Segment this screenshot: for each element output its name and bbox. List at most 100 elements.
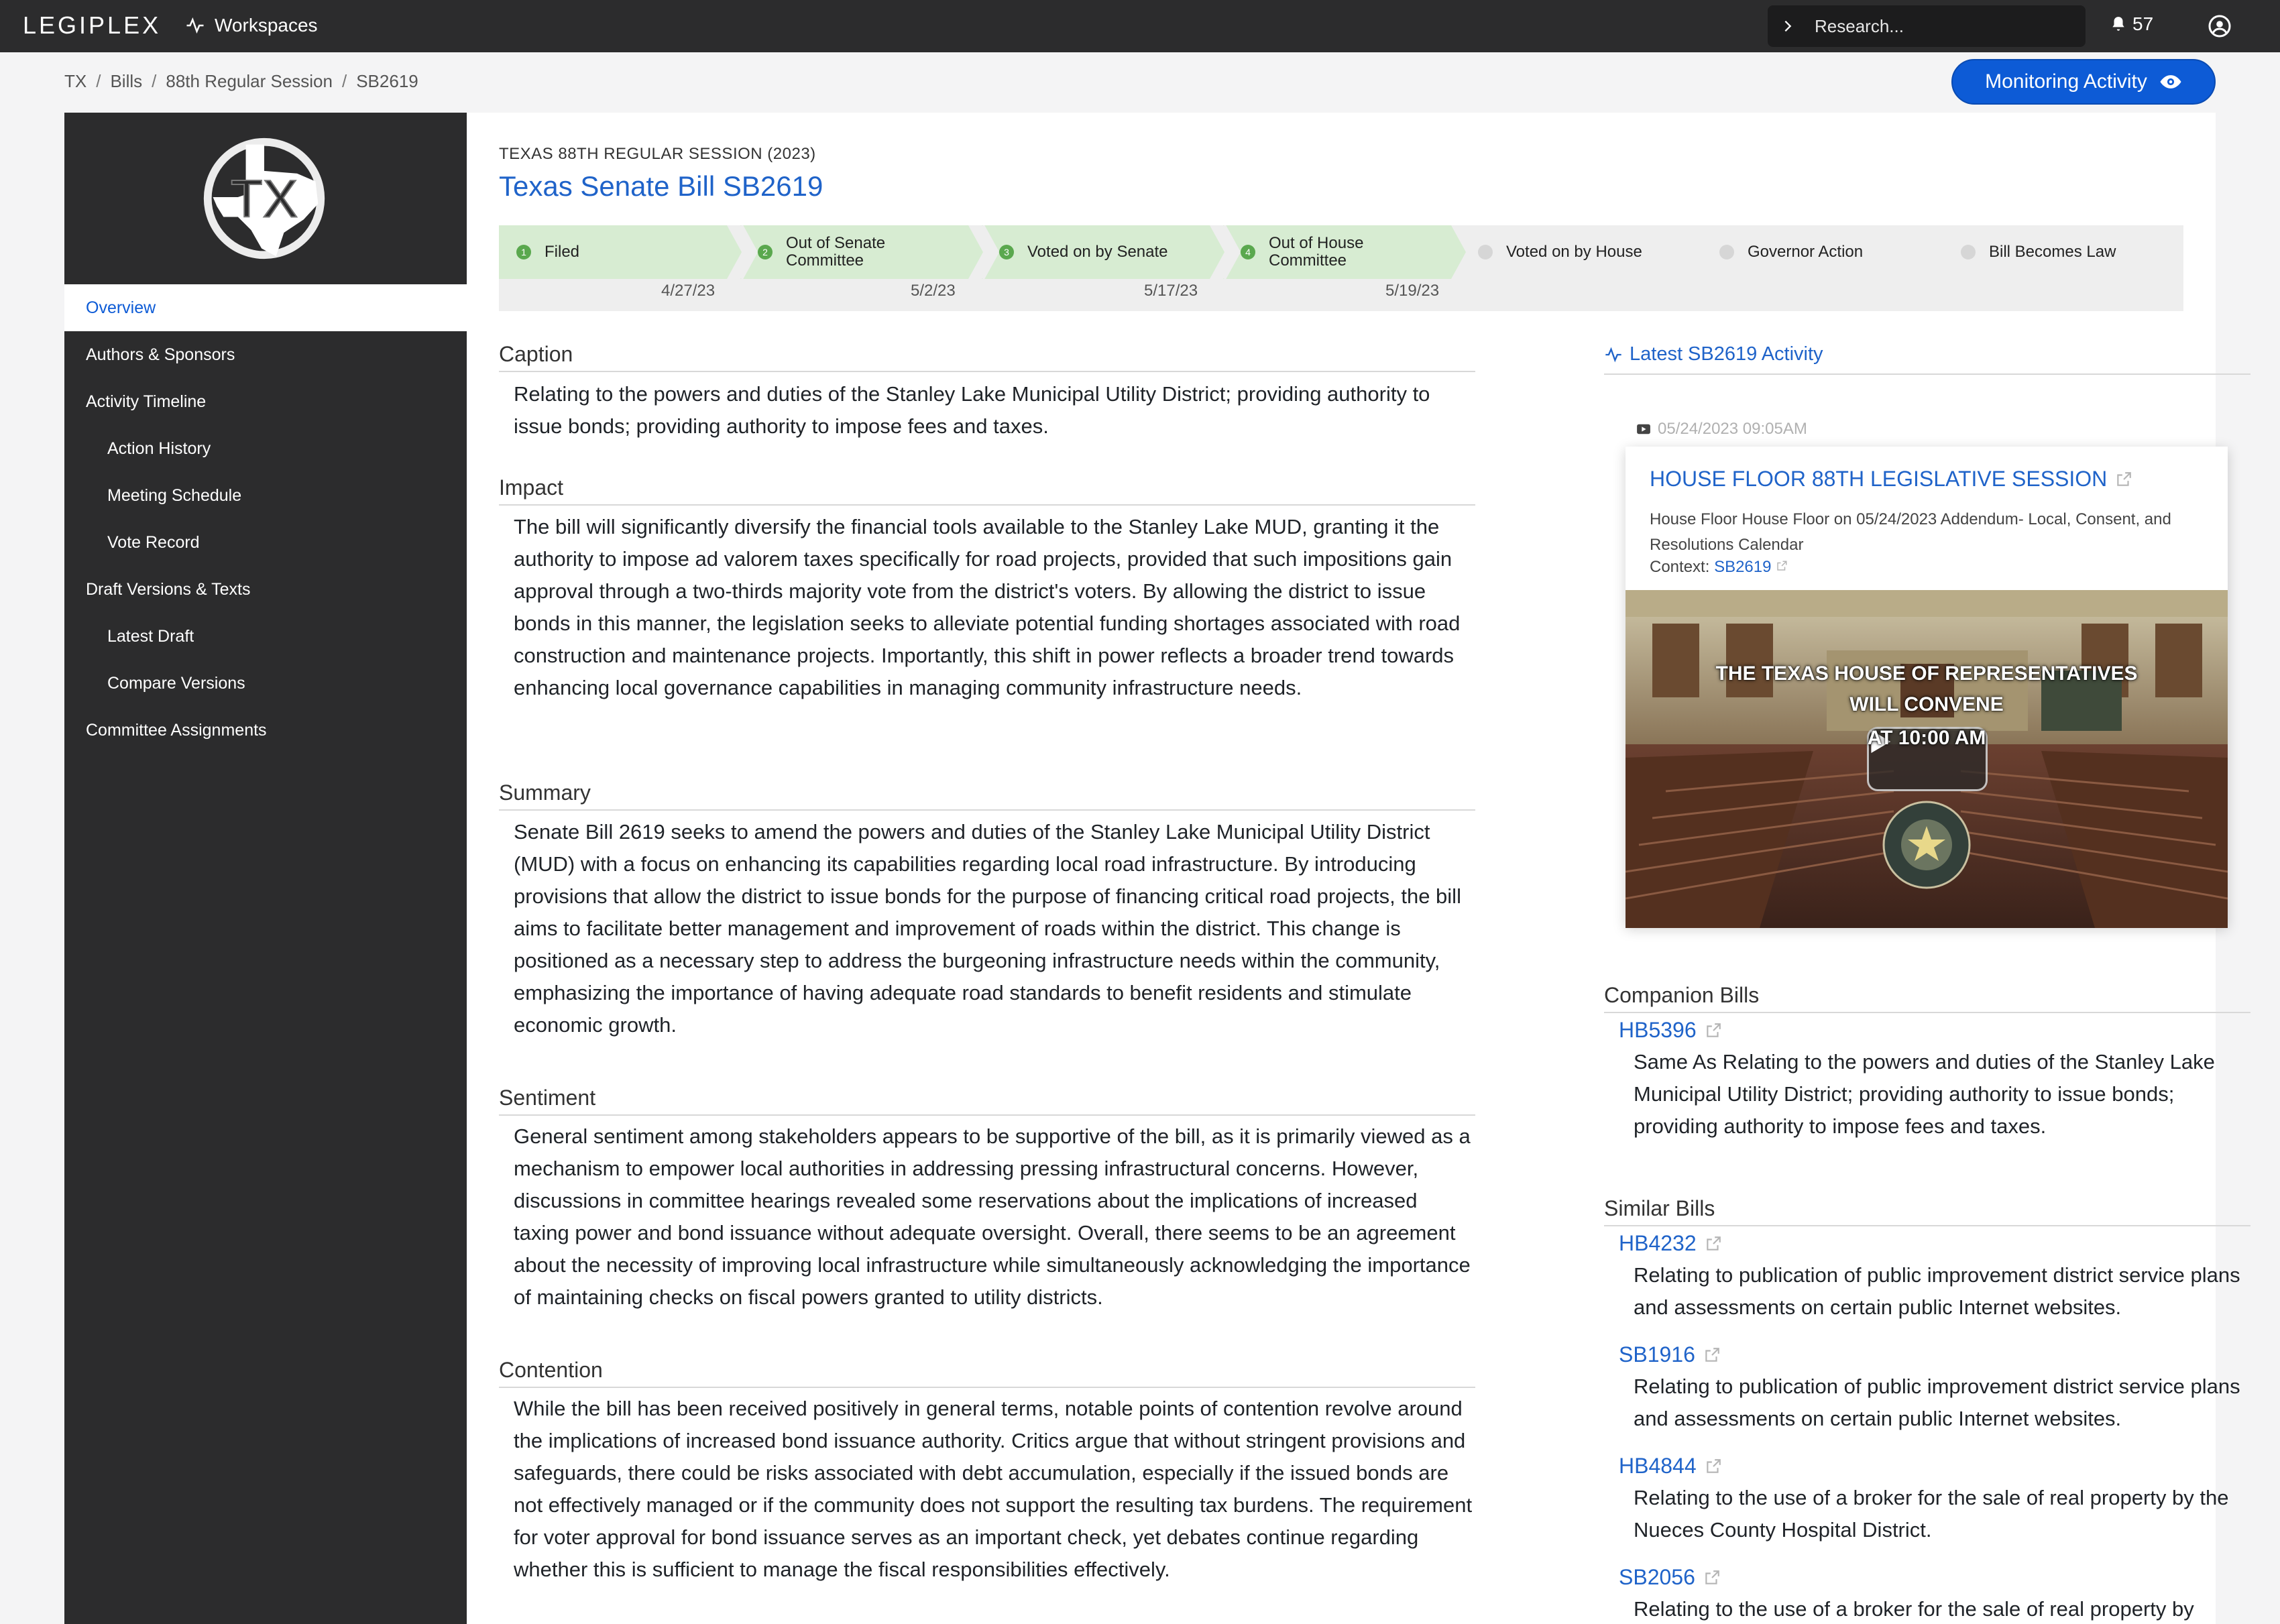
sidebar-item-activity-timeline[interactable]: Activity Timeline [64, 378, 467, 425]
breadcrumb-bill: SB2619 [356, 71, 418, 91]
external-link-icon [1706, 1458, 1721, 1473]
sidebar-item-label: Action History [107, 439, 211, 458]
video-overlay-line2: WILL CONVENE [1849, 693, 2004, 715]
sidebar-item-label: Activity Timeline [86, 392, 207, 411]
session-label: TEXAS 88TH REGULAR SESSION (2023) [499, 145, 816, 163]
breadcrumb-separator: / [152, 71, 157, 91]
external-link-icon [1706, 1023, 1721, 1037]
external-link-icon [1706, 1236, 1721, 1251]
bell-icon [2112, 17, 2124, 31]
sidebar-item-meeting-schedule[interactable]: Meeting Schedule [64, 472, 467, 519]
notifications-button[interactable]: 57 [2110, 13, 2153, 35]
search-bar[interactable] [1768, 5, 2086, 47]
impact-heading: Impact [499, 475, 1475, 506]
similar-bill-text: Relating to the use of a broker for the … [1634, 1486, 2229, 1542]
contention-text: While the bill has been received positiv… [514, 1397, 1473, 1581]
sidebar-item-label: Meeting Schedule [107, 485, 242, 505]
companion-bill-link[interactable]: HB5396 [1619, 1018, 1722, 1043]
sidebar-item-label: Overview [86, 298, 156, 317]
sidebar-item-action-history[interactable]: Action History [64, 425, 467, 472]
sidebar-item-committee-assignments[interactable]: Committee Assignments [64, 707, 467, 754]
similar-bill-link[interactable]: SB2056 [1619, 1565, 1721, 1590]
seal-text: TX [231, 169, 298, 228]
breadcrumb-bills[interactable]: Bills [110, 71, 142, 92]
video-player[interactable]: THE TEXAS HOUSE OF REPRESENTATIVES WILL … [1626, 590, 2228, 928]
sidebar-item-authors-sponsors[interactable]: Authors & Sponsors [64, 331, 467, 378]
step-out-of-senate-committee: 2 Out of Senate Committee [758, 225, 959, 279]
workspaces-link[interactable]: Workspaces [185, 15, 318, 36]
external-link-icon [1705, 1570, 1719, 1584]
sidebar-item-compare-versions[interactable]: Compare Versions [64, 660, 467, 707]
monitoring-activity-label: Monitoring Activity [1985, 70, 2147, 93]
summary-text: Senate Bill 2619 seeks to amend the powe… [514, 820, 1461, 1037]
latest-activity-label: Latest SB2619 Activity [1630, 343, 1823, 365]
step-date: 5/17/23 [1144, 282, 1198, 300]
similar-bill-link[interactable]: HB4844 [1619, 1454, 1722, 1478]
sidebar-item-label: Latest Draft [107, 626, 194, 646]
sidebar-item-label: Vote Record [107, 532, 200, 552]
similar-bill-text: Relating to publication of public improv… [1634, 1375, 2240, 1430]
activity-timestamp: 05/24/2023 09:05AM [1636, 420, 1807, 439]
sidebar-item-draft-versions[interactable]: Draft Versions & Texts [64, 566, 467, 613]
bill-id: SB2056 [1619, 1565, 1695, 1589]
page-title: Texas Senate Bill SB2619 [499, 170, 823, 202]
sidebar-item-label: Authors & Sponsors [86, 345, 235, 364]
workspaces-label: Workspaces [215, 15, 318, 36]
user-menu-button[interactable] [2208, 14, 2232, 38]
video-overlay-line3: AT 10:00 AM [1867, 727, 1986, 749]
step-number: 4 [1241, 245, 1255, 259]
texas-seal-icon: TX [203, 137, 325, 259]
sidebar-nav: Overview Authors & Sponsors Activity Tim… [64, 284, 467, 754]
step-label: Voted on by House [1506, 243, 1642, 261]
chevron-right-icon[interactable] [1768, 5, 1808, 47]
similar-bill-link[interactable]: HB4232 [1619, 1231, 1722, 1256]
activity-timestamp-text: 05/24/2023 09:05AM [1658, 420, 1807, 438]
step-number: 1 [516, 245, 531, 259]
sidebar-item-latest-draft[interactable]: Latest Draft [64, 613, 467, 660]
similar-bill-text: Relating to publication of public improv… [1634, 1263, 2240, 1319]
external-link-icon [2117, 471, 2132, 486]
step-date: 4/27/23 [661, 282, 716, 300]
step-label: Filed [545, 243, 580, 261]
step-number [1478, 245, 1493, 259]
external-link-icon [1705, 1347, 1719, 1362]
external-link-icon [1777, 561, 1787, 571]
sidebar-item-vote-record[interactable]: Vote Record [64, 519, 467, 566]
step-bill-becomes-law: Bill Becomes Law [1961, 225, 2175, 279]
event-title-link[interactable]: HOUSE FLOOR 88TH LEGISLATIVE SESSION [1650, 467, 2132, 491]
eye-icon [2160, 75, 2181, 89]
notification-count: 57 [2132, 13, 2154, 34]
breadcrumb-session[interactable]: 88th Regular Session [166, 71, 333, 92]
contention-heading: Contention [499, 1358, 1475, 1388]
step-date: 5/19/23 [1385, 282, 1440, 300]
video-icon [1637, 424, 1650, 434]
step-governor-action: Governor Action [1719, 225, 1947, 279]
bill-id: SB1916 [1619, 1342, 1695, 1367]
activity-icon [186, 17, 204, 34]
activity-icon [1605, 347, 1621, 362]
event-title: HOUSE FLOOR 88TH LEGISLATIVE SESSION [1650, 467, 2108, 491]
latest-activity-heading[interactable]: Latest SB2619 Activity [1604, 343, 2250, 375]
summary-heading: Summary [499, 780, 1475, 811]
step-number [1961, 245, 1976, 259]
similar-bill-link[interactable]: SB1916 [1619, 1342, 1721, 1367]
sentiment-text: General sentiment among stakeholders app… [514, 1124, 1471, 1309]
context-bill-link[interactable]: SB2619 [1714, 558, 1771, 576]
sidebar: TX Overview Authors & Sponsors Activity … [64, 113, 467, 1624]
search-input[interactable] [1815, 15, 2069, 37]
step-label: Out of Senate Committee [786, 234, 886, 270]
sidebar-item-label: Committee Assignments [86, 720, 267, 740]
breadcrumb: TX / Bills / 88th Regular Session / SB26… [64, 71, 418, 92]
sidebar-item-overview[interactable]: Overview [64, 284, 467, 331]
video-overlay-line1: THE TEXAS HOUSE OF REPRESENTATIVES [1715, 662, 2138, 685]
step-label: Voted on by Senate [1027, 243, 1168, 261]
event-description: House Floor House Floor on 05/24/2023 Ad… [1650, 510, 2171, 554]
step-label: Out of House Committee [1269, 234, 1364, 270]
context-label: Context: [1650, 558, 1710, 576]
event-context: Context: SB2619 [1650, 558, 1788, 577]
monitoring-activity-button[interactable]: Monitoring Activity [1951, 59, 2216, 105]
bill-progress-tracker: 1 Filed 2 Out of Senate Committee 3 Vote… [499, 225, 2183, 311]
breadcrumb-state[interactable]: TX [64, 71, 87, 92]
app-logo[interactable]: LEGIPLEX [23, 11, 161, 40]
step-voted-house: Voted on by House [1478, 225, 1706, 279]
